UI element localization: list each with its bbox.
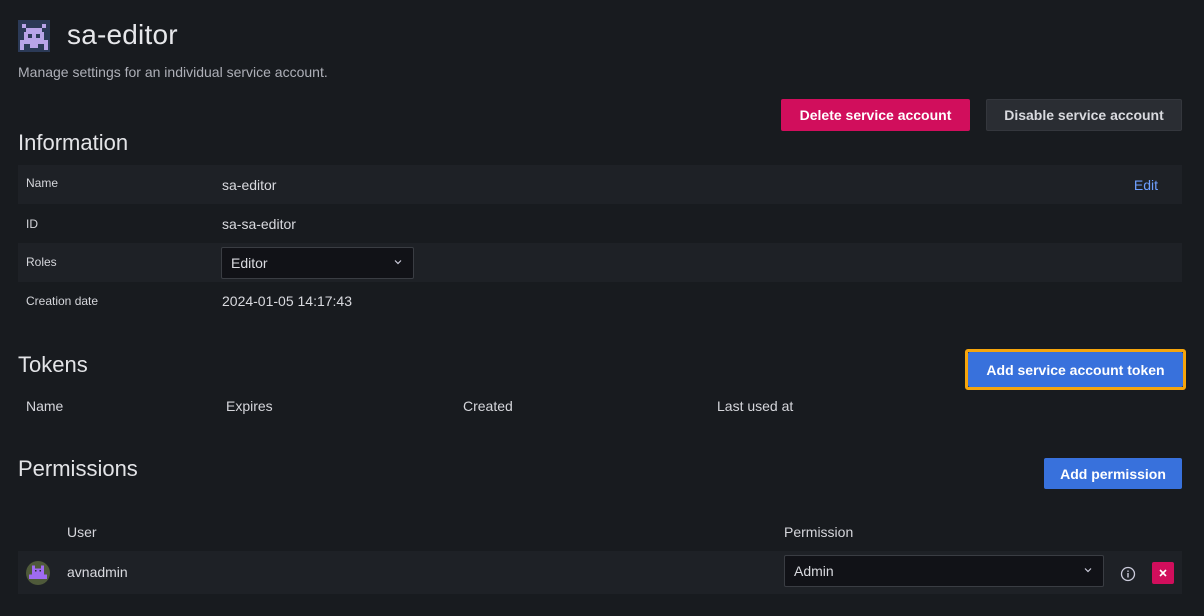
info-row-roles: Roles Editor	[18, 243, 1182, 282]
info-value: sa-sa-editor	[222, 216, 296, 232]
disable-service-account-button[interactable]: Disable service account	[986, 99, 1182, 131]
chevron-down-icon	[1084, 568, 1092, 573]
permission-row: avnadmin Admin	[18, 551, 1182, 594]
info-circle-icon[interactable]	[1120, 566, 1136, 582]
page-title: sa-editor	[67, 19, 178, 50]
info-value: sa-editor	[222, 177, 277, 193]
add-permission-button[interactable]: Add permission	[1044, 458, 1182, 489]
permission-select[interactable]: Admin	[784, 555, 1104, 587]
info-value: 2024-01-05 14:17:43	[222, 293, 352, 309]
tokens-column-created: Created	[463, 398, 513, 414]
permissions-column-permission: Permission	[784, 524, 854, 540]
information-heading: Information	[18, 130, 129, 155]
info-label: Roles	[26, 255, 57, 269]
permission-user-name: avnadmin	[67, 564, 128, 580]
pixel-avatar-icon	[18, 20, 50, 52]
page-subtitle: Manage settings for an individual servic…	[18, 64, 328, 80]
chevron-down-icon	[394, 260, 402, 265]
info-label: ID	[26, 217, 38, 231]
info-row-name: Name sa-editor Edit	[18, 165, 1182, 204]
highlight-frame	[965, 349, 1186, 390]
roles-select-value: Editor	[231, 255, 268, 271]
info-row-creation-date: Creation date 2024-01-05 14:17:43	[18, 282, 1182, 321]
info-label: Creation date	[26, 294, 99, 308]
tokens-column-name: Name	[26, 398, 64, 414]
close-icon	[1159, 569, 1167, 577]
remove-permission-button[interactable]	[1152, 562, 1174, 584]
user-avatar-icon	[26, 561, 50, 585]
tokens-heading: Tokens	[18, 352, 88, 377]
tokens-column-last-used: Last used at	[717, 398, 794, 414]
info-label: Name	[26, 176, 59, 190]
permissions-heading: Permissions	[18, 456, 138, 481]
info-row-id: ID sa-sa-editor	[18, 204, 1182, 243]
permission-select-value: Admin	[794, 563, 834, 579]
service-account-page: sa-editor Manage settings for an individ…	[0, 0, 1204, 616]
edit-name-link[interactable]: Edit	[1134, 177, 1158, 193]
roles-select[interactable]: Editor	[221, 247, 414, 279]
tokens-column-expires: Expires	[226, 398, 273, 414]
delete-service-account-button[interactable]: Delete service account	[781, 99, 970, 131]
permissions-column-user: User	[67, 524, 97, 540]
